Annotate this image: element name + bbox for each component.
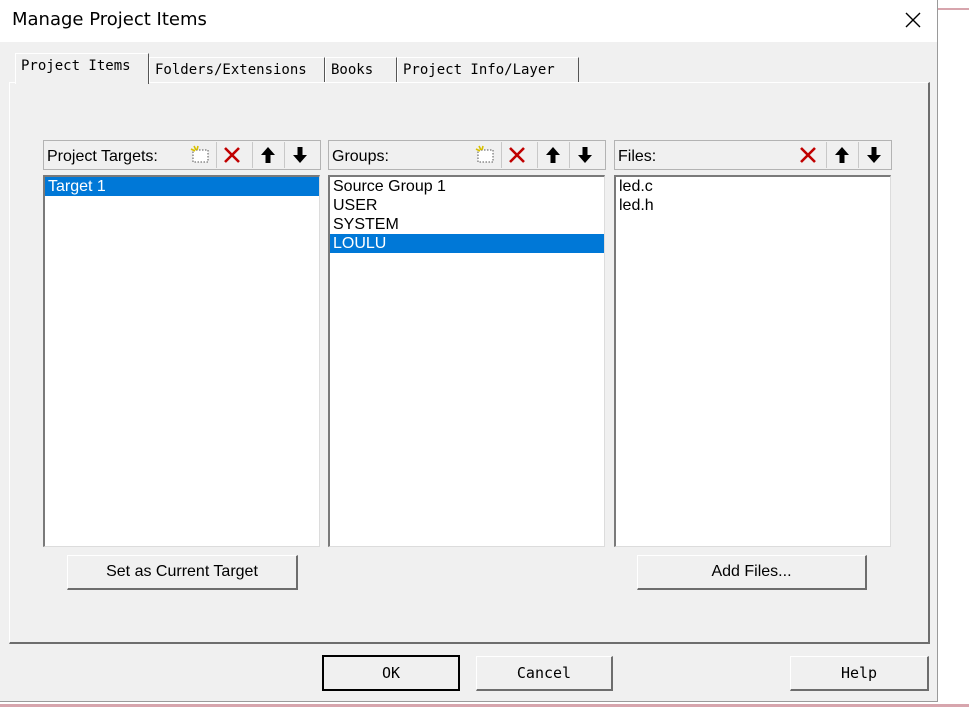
tab-panel: Project Targets: Target 1 Groups: Source… — [9, 82, 930, 644]
list-item[interactable]: led.c — [616, 177, 890, 196]
move-target-up-button[interactable] — [252, 142, 282, 168]
manage-project-items-dialog: Manage Project Items Project Items Folde… — [0, 0, 938, 702]
files-list[interactable]: led.c led.h — [614, 175, 891, 547]
targets-list[interactable]: Target 1 — [43, 175, 320, 547]
move-file-up-button[interactable] — [826, 142, 856, 168]
list-item[interactable]: USER — [330, 196, 604, 215]
delete-icon — [800, 147, 816, 163]
tab-project-items[interactable]: Project Items — [15, 53, 149, 84]
new-item-icon — [475, 145, 494, 163]
list-item[interactable]: SYSTEM — [330, 215, 604, 234]
new-group-button[interactable] — [471, 142, 501, 168]
delete-icon — [508, 147, 525, 163]
delete-icon — [223, 147, 240, 163]
delete-group-button[interactable] — [501, 142, 531, 168]
list-item[interactable]: Source Group 1 — [330, 177, 604, 196]
new-target-button[interactable] — [186, 142, 216, 168]
list-item[interactable]: LOULU — [330, 234, 604, 253]
list-item[interactable]: led.h — [616, 196, 890, 215]
ok-button[interactable]: OK — [322, 655, 460, 691]
tab-label: Folders/Extensions — [155, 62, 307, 78]
cancel-button[interactable]: Cancel — [476, 656, 613, 691]
move-group-up-button[interactable] — [537, 142, 567, 168]
move-up-icon — [545, 147, 560, 163]
close-button[interactable] — [893, 2, 933, 38]
move-file-down-button[interactable] — [858, 142, 888, 168]
move-down-icon — [866, 147, 881, 163]
background-strip — [938, 0, 969, 711]
targets-label: Project Targets: — [47, 148, 158, 165]
move-up-icon — [834, 147, 849, 163]
files-label: Files: — [618, 148, 657, 165]
groups-header: Groups: — [328, 140, 606, 170]
move-down-icon — [292, 147, 307, 163]
move-up-icon — [260, 147, 275, 163]
tab-label: Project Info/Layer — [403, 62, 555, 78]
tab-label: Books — [331, 62, 374, 78]
files-header: Files: — [614, 140, 892, 170]
groups-list[interactable]: Source Group 1 USER SYSTEM LOULU — [328, 175, 605, 547]
help-button[interactable]: Help — [790, 656, 929, 691]
new-item-icon — [190, 145, 209, 163]
add-files-button[interactable]: Add Files... — [637, 555, 867, 590]
list-item[interactable]: Target 1 — [45, 177, 319, 196]
background-line — [0, 704, 969, 707]
move-group-down-button[interactable] — [569, 142, 599, 168]
delete-file-button[interactable] — [793, 142, 823, 168]
targets-header: Project Targets: — [43, 140, 321, 170]
tab-books[interactable]: Books — [325, 57, 397, 83]
move-target-down-button[interactable] — [284, 142, 314, 168]
set-current-target-button[interactable]: Set as Current Target — [67, 555, 298, 590]
close-icon — [905, 12, 921, 28]
window-title: Manage Project Items — [12, 9, 207, 30]
tab-label: Project Items — [21, 58, 131, 74]
groups-label: Groups: — [332, 148, 389, 165]
delete-target-button[interactable] — [216, 142, 246, 168]
move-down-icon — [577, 147, 592, 163]
tab-folders-extensions[interactable]: Folders/Extensions — [149, 57, 325, 83]
tab-project-info-layer[interactable]: Project Info/Layer — [397, 57, 579, 83]
title-bar: Manage Project Items — [0, 0, 937, 42]
background-line — [938, 8, 969, 10]
